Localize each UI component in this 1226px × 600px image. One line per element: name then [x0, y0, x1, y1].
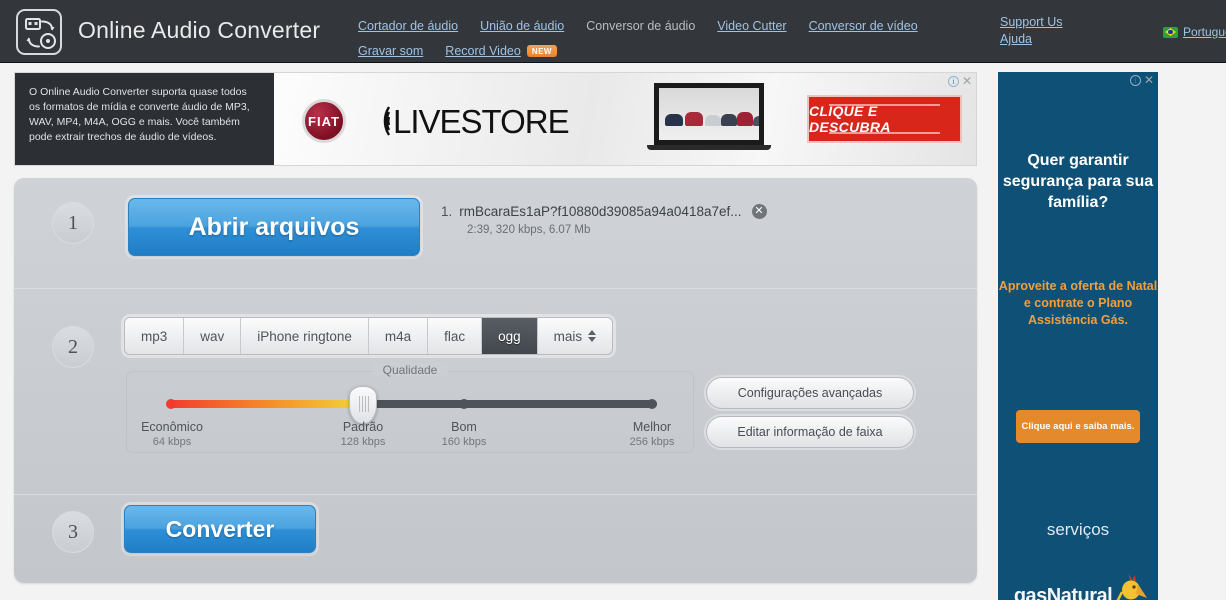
site-header: Online Audio Converter Cortador de áudio…	[0, 0, 1226, 63]
file-list: 1. rmBcaraEs1aP?f10880d39085a94a0418a7ef…	[441, 204, 811, 236]
fiat-logo-icon: FIAT	[302, 99, 346, 143]
ad-creative[interactable]: FIAT LIVESTORE CLIQUE E DESCUBRA	[274, 73, 976, 165]
audio-convert-icon	[25, 18, 56, 49]
language-selector[interactable]: Português	[1163, 25, 1226, 39]
nav-link-conversor-de-video[interactable]: Conversor de vídeo	[809, 19, 918, 33]
bird-logo-icon	[1116, 574, 1148, 600]
open-files-button[interactable]: Abrir arquivos	[128, 198, 420, 256]
nav-link-video-cutter[interactable]: Video Cutter	[717, 19, 786, 33]
quality-label-padrao: Padrão 128 kbps	[308, 420, 418, 448]
slider-track-low	[167, 400, 365, 408]
help-link[interactable]: Ajuda	[1000, 32, 1063, 46]
nav-row-primary: Cortador de áudio União de áudio Convers…	[358, 16, 918, 35]
convert-button[interactable]: Converter	[124, 505, 316, 553]
step-2-format-quality: 2 mp3 wav iPhone ringtone m4a flac ogg m…	[14, 288, 977, 494]
slider-handle[interactable]	[349, 386, 377, 424]
nav-link-gravar-som[interactable]: Gravar som	[358, 44, 423, 58]
promo-text: O Online Audio Converter suporta quase t…	[29, 86, 250, 143]
remove-file-icon[interactable]: ✕	[751, 204, 767, 219]
step-3-convert: 3 Converter	[14, 494, 977, 582]
nav-link-conversor-de-audio[interactable]: Conversor de áudio	[586, 19, 695, 33]
nav-link-record-video-wrap: Record Video NEW	[445, 44, 557, 58]
quality-name: Padrão	[342, 420, 384, 434]
quality-label-economico: Econômico 64 kbps	[117, 420, 227, 448]
nav-row-secondary: Gravar som Record Video NEW	[358, 41, 918, 60]
livestore-wordmark: LIVESTORE	[393, 103, 570, 141]
sidebar-ad-brand-logo: gasNatural	[1004, 568, 1158, 600]
file-meta: 2:39, 320 kbps, 6.07 Mb	[467, 224, 591, 236]
advanced-settings-button[interactable]: Configurações avançadas	[706, 377, 914, 409]
step-3-number: 3	[52, 511, 94, 553]
ad-info-icon[interactable]: i	[1129, 75, 1141, 86]
format-tab-m4a[interactable]: m4a	[369, 318, 429, 354]
support-us-link[interactable]: Support Us	[1000, 15, 1063, 29]
quality-label-bom: Bom 160 kbps	[409, 420, 519, 448]
format-tab-mp3[interactable]: mp3	[125, 318, 185, 354]
format-tab-flac[interactable]: flac	[428, 318, 483, 354]
brazil-flag-icon	[1163, 26, 1178, 38]
slider-stop-bom[interactable]	[459, 399, 469, 409]
format-tab-iphone-ringtone[interactable]: iPhone ringtone	[241, 318, 369, 354]
quality-label-melhor: Melhor 256 kbps	[597, 420, 707, 448]
quality-labels: Econômico 64 kbps Padrão 128 kbps Bom 16…	[141, 420, 674, 454]
sidebar-ad-controls: i ✕	[1129, 74, 1154, 86]
slider-track-high	[365, 400, 657, 408]
converter-panel: 1 Abrir arquivos 1. rmBcaraEs1aP?f10880d…	[14, 178, 977, 583]
nav-link-uniao-de-audio[interactable]: União de áudio	[480, 19, 564, 33]
format-more-label: mais	[553, 328, 583, 344]
quality-kbps: 160 kbps	[441, 436, 487, 448]
quality-fieldset: Qualidade Econômico 64 kbps Padrão 128 k…	[126, 363, 694, 454]
sidebar-ad[interactable]: i ✕ Quer garantir segurança para sua fam…	[998, 72, 1158, 600]
sidebar-ad-subtext: Aproveite a oferta de Natal e contrate o…	[998, 279, 1158, 327]
language-label[interactable]: Português	[1183, 25, 1226, 39]
slider-stop-economico[interactable]	[166, 399, 176, 409]
chevron-up-down-icon	[588, 330, 597, 342]
quality-name: Bom	[451, 420, 477, 434]
ad-info-icon[interactable]: i	[947, 76, 959, 87]
ad-cta-button[interactable]: CLIQUE E DESCUBRA	[807, 95, 962, 143]
format-tab-ogg[interactable]: ogg	[482, 318, 538, 354]
ad-controls: i ✕	[947, 75, 972, 87]
nav-link-cortador-de-audio[interactable]: Cortador de áudio	[358, 19, 458, 33]
file-list-item: 1. rmBcaraEs1aP?f10880d39085a94a0418a7ef…	[441, 204, 811, 219]
laptop-image	[647, 83, 771, 155]
edit-track-info-button[interactable]: Editar informação de faixa	[706, 416, 914, 448]
quality-kbps: 128 kbps	[340, 436, 386, 448]
file-name: rmBcaraEs1aP?f10880d39085a94a0418a7ef...	[459, 204, 742, 219]
main-nav: Cortador de áudio União de áudio Convers…	[358, 16, 918, 60]
promo-text-box: O Online Audio Converter suporta quase t…	[15, 73, 274, 165]
page-title: Online Audio Converter	[78, 17, 321, 43]
step-1-number: 1	[52, 202, 94, 244]
sidebar-ad-services-label: serviços	[1046, 520, 1110, 539]
ad-close-icon[interactable]: ✕	[962, 75, 972, 87]
sidebar-ad-headline: Quer garantir segurança para sua família…	[1002, 152, 1154, 211]
file-index: 1.	[441, 204, 453, 219]
nav-link-record-video[interactable]: Record Video	[445, 44, 521, 58]
live-bold: LIVE	[393, 103, 462, 140]
logo-box[interactable]	[16, 9, 62, 55]
ad-close-icon[interactable]: ✕	[1144, 74, 1154, 86]
format-tab-wav[interactable]: wav	[184, 318, 242, 354]
slider-stop-melhor[interactable]	[647, 399, 657, 409]
quality-kbps: 64 kbps	[152, 436, 192, 448]
top-banner-ad[interactable]: O Online Audio Converter suporta quase t…	[14, 72, 977, 166]
quality-name: Melhor	[632, 420, 672, 434]
support-links: Support Us Ajuda	[1000, 15, 1063, 46]
quality-name: Econômico	[141, 420, 203, 434]
format-tab-more[interactable]: mais	[538, 318, 613, 354]
new-badge: NEW	[526, 44, 557, 57]
step-1-open-files: 1 Abrir arquivos 1. rmBcaraEs1aP?f10880d…	[14, 178, 977, 288]
step-2-number: 2	[52, 326, 94, 368]
signal-arcs-icon	[383, 106, 391, 136]
quality-slider[interactable]	[166, 386, 657, 424]
sidebar-ad-cta-button[interactable]: Clique aqui e saiba mais.	[1016, 410, 1140, 443]
quality-kbps: 256 kbps	[629, 436, 675, 448]
format-tabs: mp3 wav iPhone ringtone m4a flac ogg mai…	[124, 317, 614, 355]
sidebar-ad-brand-text: gasNatural	[1013, 585, 1113, 600]
quality-title: Qualidade	[372, 363, 448, 377]
store-light: STORE	[460, 103, 570, 140]
